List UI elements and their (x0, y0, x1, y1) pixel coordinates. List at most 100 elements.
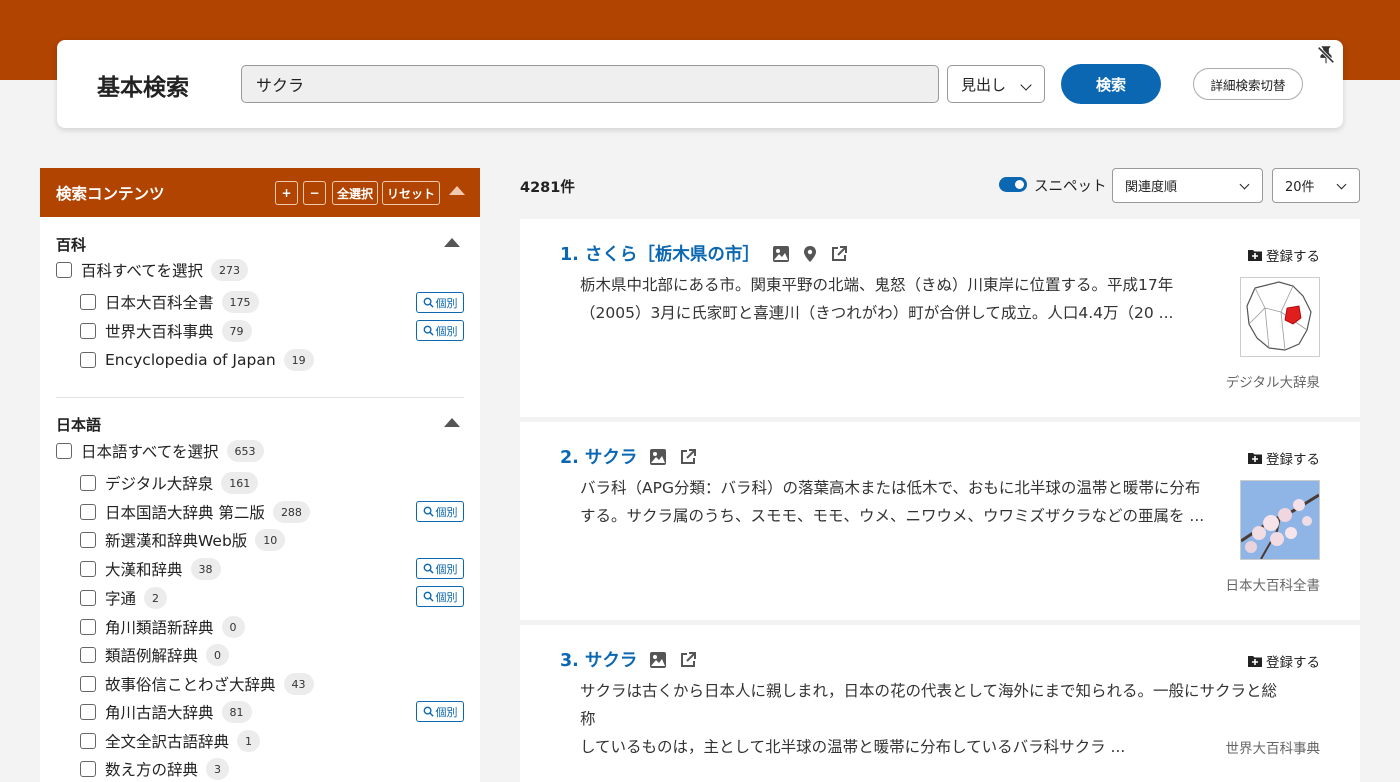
external-link-icon[interactable] (830, 245, 848, 263)
register-button[interactable]: 登録する (1247, 448, 1320, 468)
content-item[interactable]: 角川古語大辞典 81 (80, 700, 252, 724)
checkbox[interactable] (80, 352, 96, 368)
sidebar-header: 検索コンテンツ + − 全選択 リセット (40, 168, 480, 217)
chevron-down-icon (1336, 179, 1347, 190)
folder-add-icon (1248, 656, 1262, 667)
zoom-icon (423, 325, 434, 336)
result-source: デジタル大辞泉 (1225, 375, 1320, 391)
register-button[interactable]: 登録する (1247, 651, 1320, 671)
external-link-icon[interactable] (679, 448, 697, 466)
checkbox[interactable] (56, 262, 72, 278)
checkbox[interactable] (80, 619, 96, 635)
search-button[interactable]: 検索 (1061, 64, 1161, 104)
result-title-link[interactable]: 3. サクラ (560, 647, 637, 672)
image-icon[interactable] (649, 448, 667, 466)
count-badge: 175 (221, 291, 259, 313)
zoom-icon (423, 297, 434, 308)
checkbox[interactable] (80, 590, 96, 606)
individual-search-button[interactable]: 個別 (416, 586, 464, 607)
snippet-label: スニペット (1034, 179, 1107, 195)
count-badge: 288 (272, 501, 310, 523)
checkbox[interactable] (80, 532, 96, 548)
expand-all-button[interactable]: + (275, 181, 298, 205)
count-badge: 10 (255, 529, 286, 551)
count-badge: 653 (226, 440, 264, 462)
checkbox[interactable] (80, 294, 96, 310)
select-all-japanese[interactable]: 日本語すべてを選択 653 (56, 439, 264, 463)
image-icon[interactable] (649, 651, 667, 669)
content-item[interactable]: 新選漢和辞典Web版 10 (80, 528, 286, 552)
section-title-encyclopedia: 百科 (56, 236, 87, 254)
search-panel: 基本検索 見出し 検索 詳細検索切替 (57, 40, 1343, 128)
external-link-icon[interactable] (679, 651, 697, 669)
checkbox[interactable] (80, 475, 96, 491)
checkbox[interactable] (80, 761, 96, 777)
individual-search-button[interactable]: 個別 (416, 558, 464, 579)
individual-search-button[interactable]: 個別 (416, 320, 464, 341)
content-item[interactable]: 字通 2 (80, 586, 168, 610)
result-card: 1. さくら［栃木県の市］ 登録する 栃木県中北部にある市。関東平野の北端、鬼怒… (520, 219, 1360, 417)
count-badge: 2 (144, 587, 168, 609)
content-item[interactable]: デジタル大辞泉 161 (80, 471, 259, 495)
individual-search-button[interactable]: 個別 (416, 501, 464, 522)
content-item[interactable]: Encyclopedia of Japan 19 (80, 348, 314, 372)
checkbox[interactable] (56, 443, 72, 459)
result-source: 日本大百科全書 (1225, 578, 1321, 594)
collapse-triangle-icon[interactable] (444, 418, 460, 427)
content-item[interactable]: 日本大百科全書 175 (80, 290, 259, 314)
checkbox[interactable] (80, 647, 96, 663)
select-all-button[interactable]: 全選択 (332, 181, 378, 205)
count-badge: 0 (221, 616, 245, 638)
result-snippet: 栃木県中北部にある市。関東平野の北端、鬼怒（きぬ）川東岸に位置する。平成17年 … (580, 276, 1174, 322)
count-badge: 273 (211, 259, 248, 281)
count-badge: 38 (190, 558, 221, 580)
result-card: 2. サクラ 登録する バラ科（APG分類：バラ科）の落葉高木または低木で、おも… (520, 422, 1360, 620)
image-icon[interactable] (772, 245, 790, 263)
collapse-all-button[interactable]: − (303, 181, 326, 205)
register-button[interactable]: 登録する (1247, 245, 1320, 265)
content-item[interactable]: 日本国語大辞典 第二版 288 (80, 500, 310, 524)
result-thumbnail-map[interactable] (1240, 277, 1320, 357)
content-item[interactable]: 世界大百科事典 79 (80, 319, 252, 343)
content-item[interactable]: 大漢和辞典 38 (80, 557, 221, 581)
result-title-link[interactable]: 2. サクラ (560, 444, 637, 469)
search-input[interactable] (241, 65, 939, 103)
snippet-toggle[interactable] (999, 177, 1027, 192)
count-badge: 43 (283, 673, 314, 695)
folder-add-icon (1248, 250, 1262, 261)
content-item[interactable]: 全文全訳古語辞典 1 (80, 729, 261, 753)
search-field-select[interactable]: 見出し (947, 65, 1045, 103)
individual-search-button[interactable]: 個別 (416, 701, 464, 722)
divider (56, 397, 464, 398)
checkbox[interactable] (80, 561, 96, 577)
section-title-japanese: 日本語 (56, 416, 102, 434)
checkbox[interactable] (80, 323, 96, 339)
zoom-icon (423, 591, 434, 602)
result-thumbnail-photo[interactable] (1240, 480, 1320, 560)
reset-button[interactable]: リセット (382, 181, 440, 205)
folder-add-icon (1248, 453, 1262, 464)
content-item[interactable]: 故事俗信ことわざ大辞典 43 (80, 672, 314, 696)
result-title-link[interactable]: 1. さくら［栃木県の市］ (560, 241, 760, 266)
count-badge: 1 (237, 730, 261, 752)
per-page-select[interactable]: 20件 (1272, 168, 1360, 203)
checkbox[interactable] (80, 704, 96, 720)
checkbox[interactable] (80, 733, 96, 749)
checkbox[interactable] (80, 504, 96, 520)
content-item[interactable]: 数え方の辞典 3 (80, 757, 230, 781)
content-item[interactable]: 類語例解辞典 0 (80, 643, 230, 667)
map-pin-icon[interactable] (802, 245, 818, 263)
zoom-icon (423, 506, 434, 517)
checkbox[interactable] (80, 676, 96, 692)
collapse-triangle-icon[interactable] (444, 238, 460, 247)
count-badge: 81 (221, 701, 252, 723)
result-source: 世界大百科事典 (1225, 741, 1321, 757)
individual-search-button[interactable]: 個別 (416, 292, 464, 313)
select-all-encyclopedia[interactable]: 百科すべてを選択 273 (56, 258, 248, 282)
content-item[interactable]: 角川類語新辞典 0 (80, 615, 245, 639)
unpin-icon[interactable] (1315, 44, 1337, 66)
result-card: 3. サクラ 登録する サクラは古くから日本人に親しまれ，日本の花の代表として海… (520, 625, 1360, 782)
sort-select[interactable]: 関連度順 (1112, 168, 1263, 203)
collapse-triangle-icon[interactable] (449, 186, 465, 195)
advanced-search-toggle[interactable]: 詳細検索切替 (1193, 68, 1303, 100)
